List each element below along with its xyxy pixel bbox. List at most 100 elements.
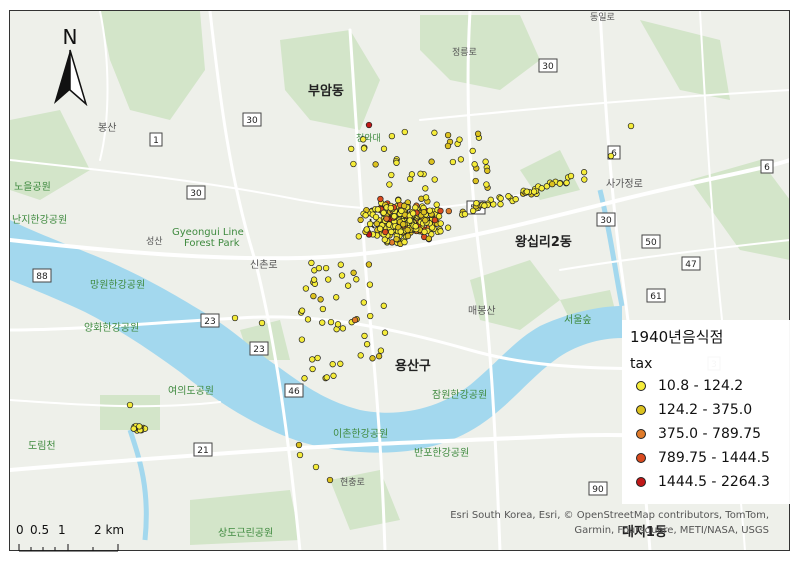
restaurant-point [627, 122, 635, 130]
place-label: 사가정로 [606, 178, 643, 190]
place-label: 양화한강공원 [84, 322, 139, 334]
restaurant-point [398, 207, 405, 215]
restaurant-point [437, 207, 444, 215]
restaurant-point [425, 235, 432, 242]
restaurant-point [310, 292, 317, 300]
place-label: 노을공원 [14, 181, 51, 193]
restaurant-point [362, 212, 369, 219]
restaurant-point [380, 145, 388, 152]
route-shield: 30 [242, 112, 262, 127]
restaurant-point [381, 236, 388, 243]
svg-text:61: 61 [650, 292, 661, 302]
restaurant-point [363, 226, 370, 233]
restaurant-point [319, 319, 326, 326]
legend-class-3: 375.0 - 789.75 [636, 424, 761, 444]
legend-title: 1940년음식점 [630, 328, 724, 346]
route-shield: 21 [193, 442, 213, 457]
restaurant-point [567, 172, 575, 180]
route-shield: 90 [588, 481, 608, 496]
restaurant-point [298, 336, 306, 343]
restaurant-point [231, 314, 239, 322]
restaurant-point [360, 145, 368, 152]
restaurant-point [523, 188, 531, 195]
scale-bar [18, 538, 138, 552]
svg-text:88: 88 [36, 272, 48, 282]
restaurant-point [315, 265, 323, 272]
restaurant-point [339, 325, 347, 332]
legend-field: tax [630, 356, 653, 372]
restaurant-point [409, 210, 417, 217]
route-shield: 30 [186, 185, 206, 200]
restaurant-point [556, 180, 564, 187]
restaurant-point [471, 161, 478, 168]
place-label: 청와대 [356, 132, 381, 144]
restaurant-point [428, 158, 435, 165]
restaurant-point [422, 194, 430, 201]
restaurant-point [372, 161, 379, 168]
place-label: 잠원한강공원 [432, 389, 487, 401]
restaurant-point [469, 147, 476, 155]
route-shield: 61 [646, 288, 666, 303]
restaurant-point [365, 261, 373, 268]
restaurant-point [530, 188, 538, 195]
restaurant-point [310, 276, 318, 283]
restaurant-point [350, 160, 357, 168]
restaurant-point [444, 224, 452, 231]
restaurant-point [431, 176, 438, 183]
restaurant-point [404, 232, 412, 240]
restaurant-point [404, 226, 411, 234]
restaurant-point [431, 129, 438, 136]
svg-text:47: 47 [685, 260, 696, 270]
restaurant-point [337, 360, 344, 367]
legend: 1940년음식점 tax 10.8 - 124.2 124.2 - 375.0 … [622, 320, 794, 504]
restaurant-point [380, 209, 387, 216]
restaurant-point [456, 136, 463, 143]
place-label: 왕십리2동 [515, 234, 572, 250]
svg-text:30: 30 [600, 216, 612, 226]
legend-class-label: 1444.5 - 2264.3 [658, 474, 770, 490]
svg-text:50: 50 [645, 238, 657, 248]
place-label: 매봉산 [468, 305, 496, 317]
place-label: 이촌한강공원 [333, 428, 388, 440]
restaurant-point [505, 193, 512, 200]
restaurant-point [417, 170, 424, 177]
restaurant-point [473, 200, 480, 207]
scale-label-1: 1 [58, 523, 66, 537]
restaurant-point [607, 152, 615, 160]
restaurant-point [412, 223, 419, 230]
restaurant-point [365, 121, 373, 129]
route-shield: 88 [32, 268, 52, 283]
legend-class-1: 10.8 - 124.2 [636, 376, 743, 396]
route-shield: 23 [249, 341, 269, 356]
restaurant-point [366, 220, 374, 228]
route-shield: 46 [284, 383, 304, 398]
restaurant-point [420, 209, 428, 216]
restaurant-point [401, 238, 408, 246]
restaurant-point [437, 220, 444, 227]
restaurant-point [375, 353, 383, 360]
restaurant-point [380, 302, 387, 309]
place-label: 신촌로 [250, 259, 278, 271]
restaurant-point [363, 341, 371, 348]
restaurant-point [258, 319, 266, 327]
route-shield: 30 [538, 58, 558, 73]
svg-text:1: 1 [153, 136, 159, 146]
restaurant-point [431, 216, 439, 224]
restaurant-point [387, 204, 394, 212]
legend-swatch-5 [636, 477, 646, 487]
restaurant-point [580, 169, 588, 176]
restaurant-point [376, 225, 384, 232]
restaurant-point [298, 307, 306, 314]
restaurant-point [497, 201, 504, 208]
restaurant-point [317, 296, 324, 303]
restaurant-point [304, 316, 312, 323]
legend-swatch-1 [636, 381, 646, 391]
restaurant-point [457, 156, 465, 163]
legend-class-4: 789.75 - 1444.5 [636, 448, 770, 468]
restaurant-point [444, 142, 452, 150]
restaurant-point [350, 269, 357, 276]
legend-class-label: 10.8 - 124.2 [658, 378, 744, 394]
restaurant-point [360, 299, 367, 306]
restaurant-point [322, 264, 330, 272]
restaurant-point [391, 213, 398, 220]
